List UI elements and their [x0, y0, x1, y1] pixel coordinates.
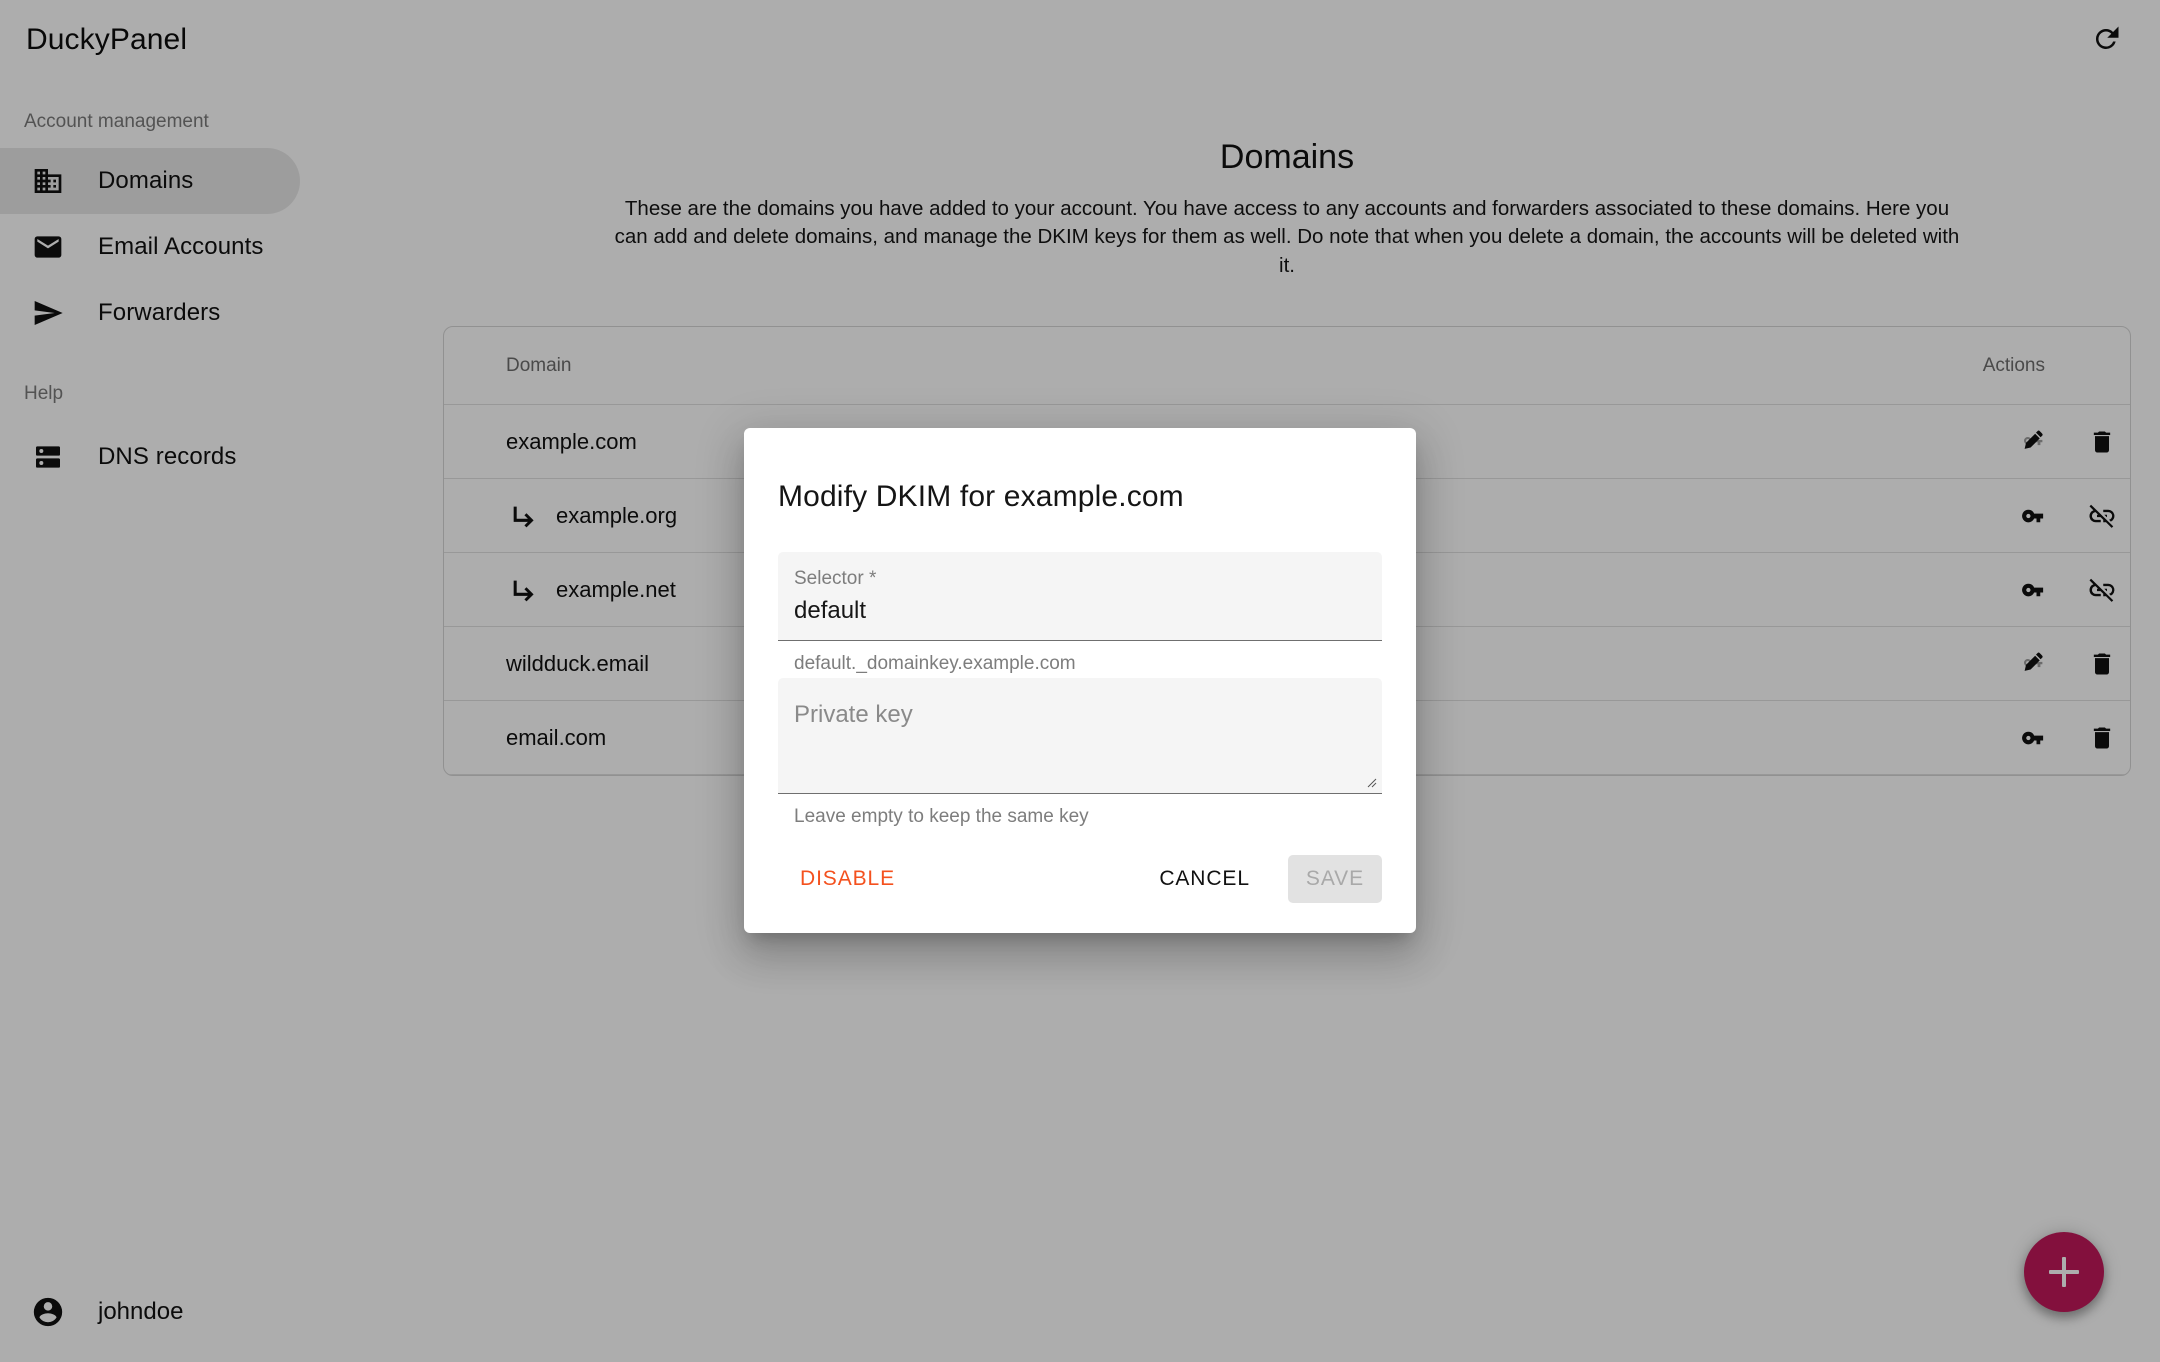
disable-button[interactable]: DISABLE — [782, 855, 913, 903]
selector-field-label: Selector * — [794, 568, 877, 589]
private-key-textarea[interactable] — [794, 700, 1366, 779]
dialog-actions: DISABLE CANCEL SAVE — [778, 855, 1382, 907]
selector-field-box[interactable]: Selector * — [778, 552, 1382, 641]
selector-input[interactable] — [794, 592, 1366, 630]
private-key-field-box[interactable] — [778, 678, 1382, 794]
modify-dkim-dialog: Modify DKIM for example.com Selector * d… — [744, 428, 1416, 933]
save-button[interactable]: SAVE — [1287, 855, 1382, 903]
selector-form-field: Selector * default._domainkey.example.co… — [778, 552, 1382, 676]
cancel-button[interactable]: CANCEL — [1141, 855, 1268, 903]
selector-field-hint: default._domainkey.example.com — [794, 653, 1076, 674]
private-key-field-hint: Leave empty to keep the same key — [794, 806, 1089, 827]
private-key-form-field: Leave empty to keep the same key — [778, 678, 1382, 829]
dialog-title: Modify DKIM for example.com — [778, 480, 1184, 513]
